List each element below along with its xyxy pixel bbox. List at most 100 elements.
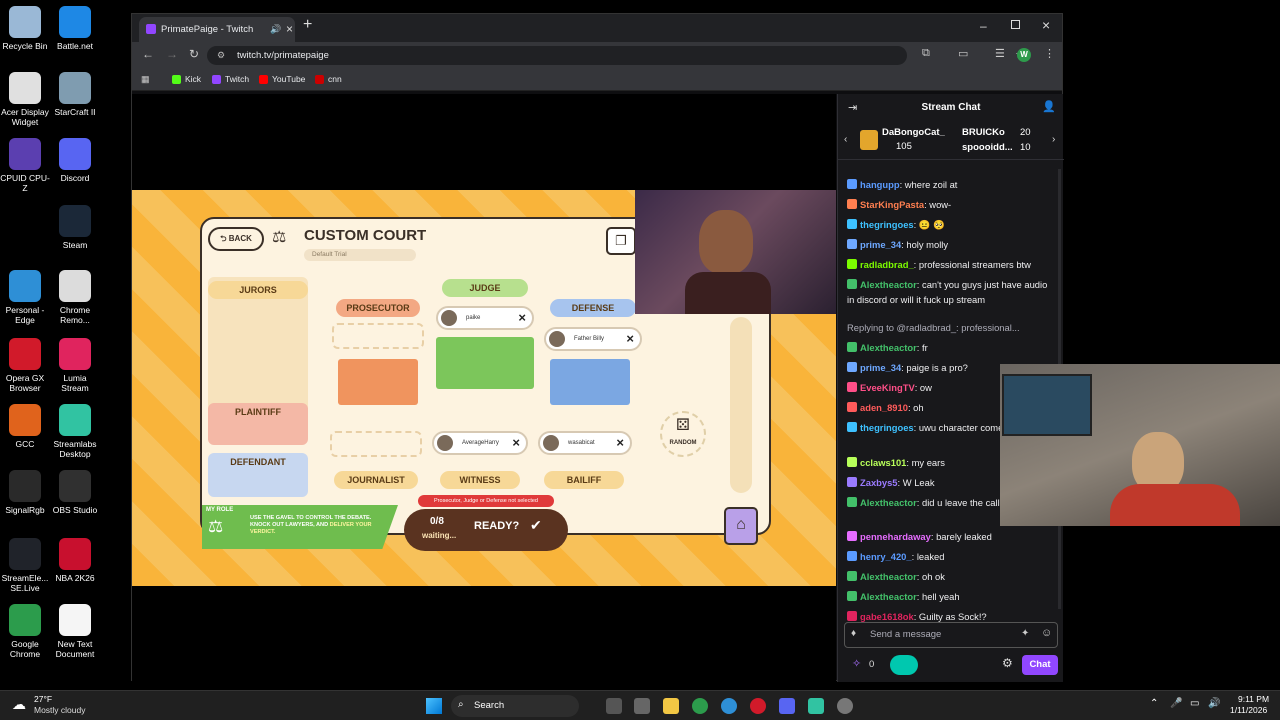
chat-input[interactable]: ♦ Send a message ✦ ☺: [844, 622, 1058, 648]
chat-username[interactable]: EveeKingTV: [860, 382, 915, 393]
task-view-icon[interactable]: [606, 698, 622, 714]
defense-player-chip[interactable]: Father Billy ×: [544, 327, 642, 351]
remove-icon[interactable]: ×: [512, 433, 520, 453]
desktop-icon[interactable]: OBS Studio: [50, 470, 100, 515]
desktop-icon[interactable]: Lumia Stream: [50, 338, 100, 393]
chat-username[interactable]: prime_34: [860, 239, 901, 250]
mic-icon[interactable]: 🎤: [1170, 698, 1182, 709]
desktop-icon[interactable]: StreamEle... SE.Live: [0, 538, 50, 593]
close-tab-icon[interactable]: ×: [286, 17, 293, 42]
forward-icon[interactable]: →: [166, 47, 178, 61]
chevron-up-icon[interactable]: ⌃: [1150, 698, 1158, 709]
chat-username[interactable]: prime_34: [860, 362, 901, 373]
desktop-icon[interactable]: Opera GX Browser: [0, 338, 50, 393]
desktop-icon[interactable]: Personal - Edge: [0, 270, 50, 325]
judge-player-chip[interactable]: paike ×: [436, 306, 534, 330]
chat-username[interactable]: Alextheactor: [860, 571, 917, 582]
bookmark-item[interactable]: Kick: [172, 74, 201, 84]
chat-username[interactable]: Zaxbys5: [860, 477, 898, 488]
channel-points-icon[interactable]: ✧: [852, 657, 861, 670]
desktop-icon[interactable]: Streamlabs Desktop: [50, 404, 100, 459]
desktop-icon[interactable]: Discord: [50, 138, 100, 183]
volume-icon[interactable]: 🔊: [1208, 698, 1220, 709]
chat-username[interactable]: gabe1618ok: [860, 611, 914, 622]
desktop-icon[interactable]: Recycle Bin: [0, 6, 50, 51]
speaker-icon[interactable]: 🔊: [270, 17, 281, 42]
tab-twitch[interactable]: PrimatePaige - Twitch 🔊 ×: [139, 17, 295, 42]
desktop-icon[interactable]: NBA 2K26: [50, 538, 100, 583]
video-player[interactable]: ⮌ BACK ⚖ CUSTOM COURT Default Trial ❐ JU…: [132, 94, 836, 682]
chat-username[interactable]: StarKingPasta: [860, 199, 924, 210]
desktop-icon[interactable]: Battle.net: [50, 6, 100, 51]
users-icon[interactable]: 👤: [1042, 100, 1056, 113]
reload-icon[interactable]: ↻: [189, 47, 199, 61]
discord-icon[interactable]: [779, 698, 795, 714]
hanger-icon[interactable]: ⌂: [724, 507, 758, 545]
chat-username[interactable]: thegringoes: [860, 422, 914, 433]
url-field[interactable]: ⚙ twitch.tv/primatepaige ☆: [207, 46, 1025, 65]
settings-icon[interactable]: ⚙: [1002, 656, 1013, 670]
streamlabs-icon[interactable]: [808, 698, 824, 714]
start-icon[interactable]: [426, 698, 442, 714]
bookmark-item[interactable]: cnn: [315, 74, 342, 84]
chat-username[interactable]: Alextheactor: [860, 591, 917, 602]
desktop-icon[interactable]: Steam: [50, 205, 100, 250]
bookmark-item[interactable]: YouTube: [259, 74, 305, 84]
random-button[interactable]: ⚄ RANDOM: [660, 411, 706, 457]
emote-icon[interactable]: ☺: [1041, 627, 1052, 639]
apps-grid-icon[interactable]: ▦: [141, 74, 150, 85]
profile-avatar[interactable]: W: [1017, 48, 1031, 62]
app-icon[interactable]: [837, 698, 853, 714]
gifter-name[interactable]: BRUICKo: [962, 127, 1005, 138]
gifter-name[interactable]: spoooidd...: [962, 142, 1013, 153]
extensions-icon[interactable]: ⧉: [922, 47, 930, 60]
site-info-icon[interactable]: ⚙: [217, 46, 225, 65]
taskbar-search[interactable]: ⌕ Search: [451, 695, 579, 717]
chat-username[interactable]: aden_8910: [860, 402, 908, 413]
desktop-icon[interactable]: StarCraft II: [50, 72, 100, 117]
chat-username[interactable]: henry_420_: [860, 551, 912, 562]
edge-icon[interactable]: [721, 698, 737, 714]
desktop-icon[interactable]: Google Chrome: [0, 604, 50, 659]
chat-username[interactable]: Alextheactor: [860, 342, 917, 353]
desktop-icon[interactable]: Chrome Remo...: [50, 270, 100, 325]
opera-icon[interactable]: [750, 698, 766, 714]
cast-icon[interactable]: ▭: [958, 47, 968, 60]
chat-username[interactable]: cclaws101: [860, 457, 906, 468]
journalist-slot[interactable]: [330, 431, 422, 457]
remove-icon[interactable]: ×: [518, 308, 526, 328]
ready-button[interactable]: 0/8 waiting... READY? ✔: [404, 509, 568, 551]
desktop-icon[interactable]: GCC: [0, 404, 50, 449]
cards-icon[interactable]: ❐: [606, 227, 636, 255]
desktop-icon[interactable]: Acer Display Widget: [0, 72, 50, 127]
network-icon[interactable]: ▭: [1190, 698, 1199, 709]
tab-search-icon[interactable]: ☰: [995, 47, 1005, 60]
maximize-icon[interactable]: [1011, 20, 1020, 29]
back-icon[interactable]: ←: [142, 47, 154, 61]
widgets-icon[interactable]: [634, 698, 650, 714]
chat-send-button[interactable]: Chat: [1022, 655, 1058, 675]
chat-username[interactable]: Alextheactor: [860, 497, 917, 508]
chat-username[interactable]: hangupp: [860, 179, 900, 190]
back-button[interactable]: ⮌ BACK: [208, 227, 264, 251]
chat-username[interactable]: pennehardaway: [860, 531, 931, 542]
remove-icon[interactable]: ×: [626, 329, 634, 349]
menu-icon[interactable]: ⋮: [1044, 47, 1055, 60]
witness-player-chip[interactable]: AverageHarry ×: [432, 431, 528, 455]
chevron-left-icon[interactable]: ‹: [844, 134, 847, 145]
gifter-name[interactable]: DaBongoCat_: [882, 127, 945, 138]
chevron-right-icon[interactable]: ›: [1052, 134, 1055, 145]
remove-icon[interactable]: ×: [616, 433, 624, 453]
chat-username[interactable]: radladbrad_: [860, 259, 914, 270]
minimize-icon[interactable]: –: [980, 19, 987, 33]
sparkle-icon[interactable]: ✦: [1021, 628, 1029, 639]
prediction-icon[interactable]: [890, 655, 918, 675]
bookmark-item[interactable]: Twitch: [212, 74, 249, 84]
chat-username[interactable]: thegringoes: [860, 219, 914, 230]
new-tab-icon[interactable]: +: [303, 16, 312, 34]
prosecutor-slot[interactable]: [332, 323, 424, 349]
desktop-icon[interactable]: CPUID CPU-Z: [0, 138, 50, 193]
desktop-icon[interactable]: New Text Document: [50, 604, 100, 659]
close-window-icon[interactable]: ×: [1042, 17, 1050, 33]
desktop-icon[interactable]: SignalRgb: [0, 470, 50, 515]
